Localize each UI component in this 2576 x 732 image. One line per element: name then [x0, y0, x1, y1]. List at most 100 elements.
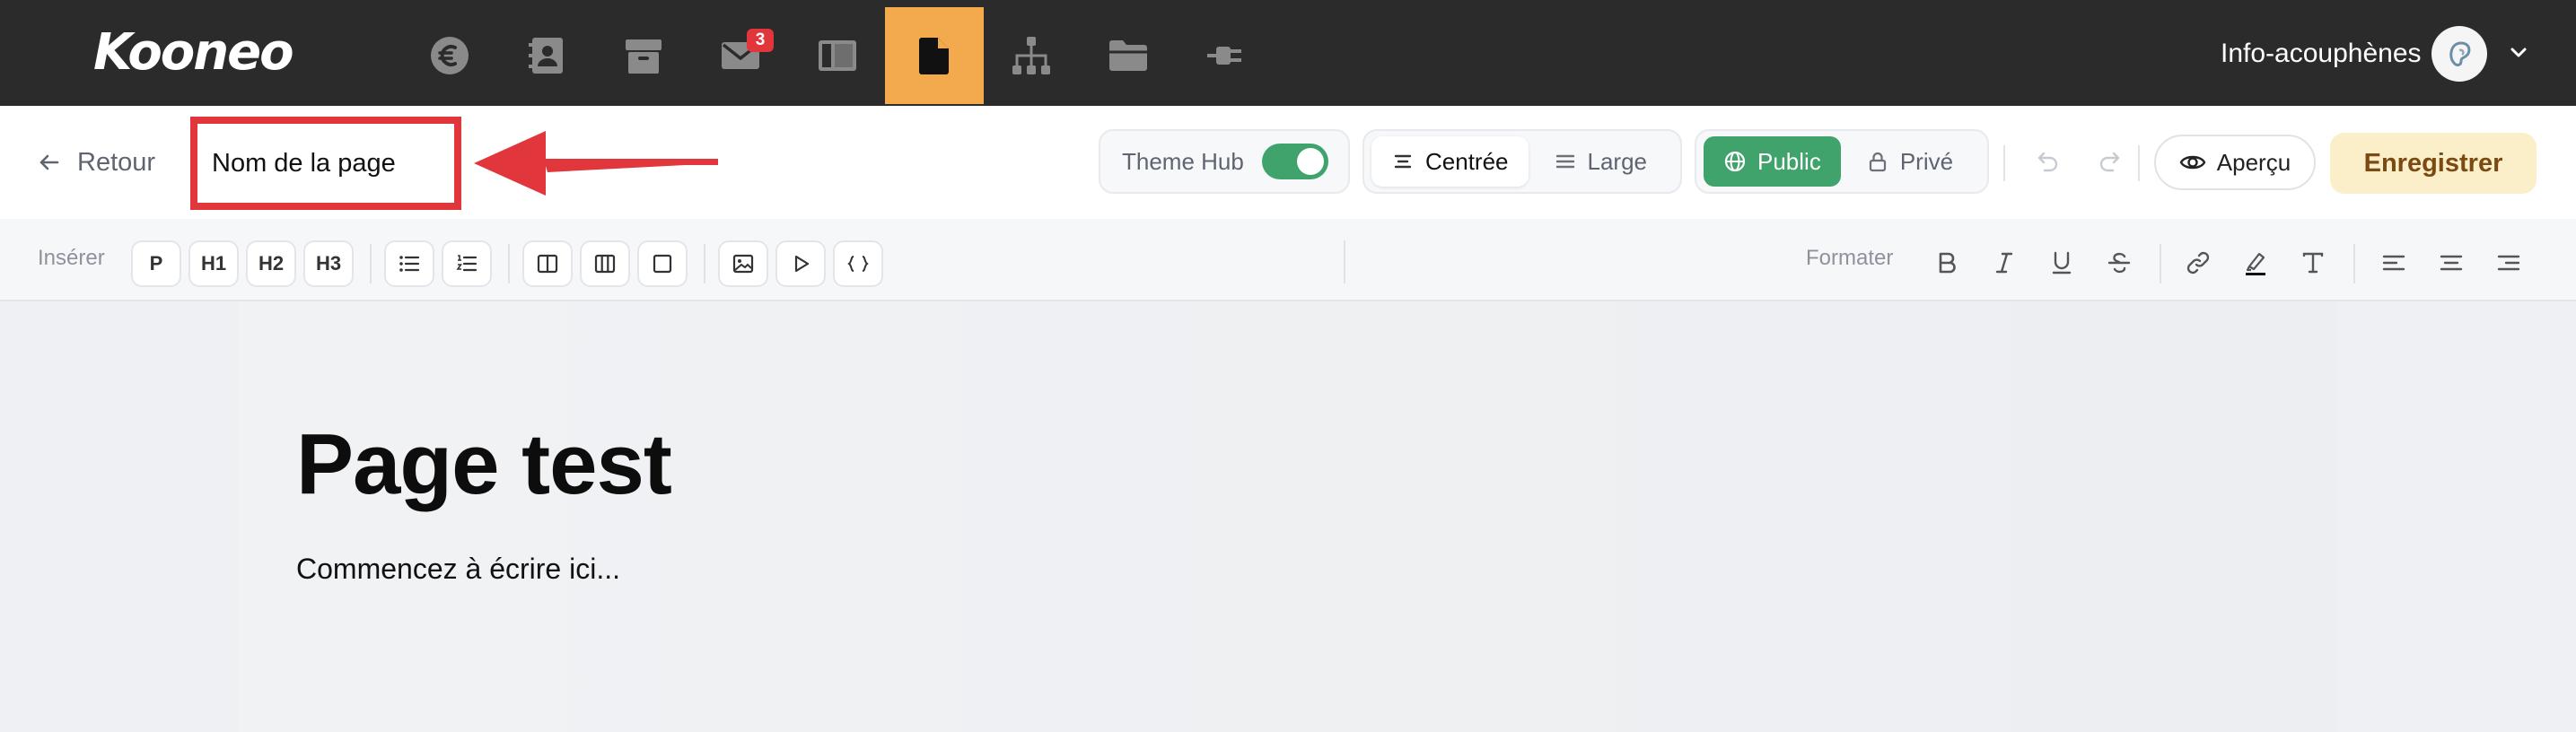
preview-label: Aperçu [2216, 148, 2291, 176]
link-button[interactable] [2177, 242, 2219, 283]
link-icon [2186, 251, 2210, 274]
code-braces-icon [847, 256, 869, 272]
bold-icon [1939, 252, 1956, 274]
eye-icon [2179, 155, 2206, 170]
two-columns-icon [537, 254, 558, 274]
top-navigation-bar: Kooneo 3 Info-acouphènes [0, 0, 2576, 106]
nav-products[interactable] [594, 7, 693, 104]
ear-logo-icon [2449, 41, 2471, 66]
bold-button[interactable] [1926, 242, 1967, 283]
align-left-icon [2382, 255, 2405, 271]
toolbar-separator [370, 244, 372, 283]
italic-button[interactable] [1984, 242, 2025, 283]
euro-icon [431, 37, 469, 74]
back-label: Retour [77, 147, 156, 177]
visibility-public-option[interactable]: Public [1704, 136, 1841, 187]
layout-icon [819, 40, 856, 71]
align-center-icon [1394, 154, 1412, 169]
nav-layouts[interactable] [788, 7, 887, 104]
contacts-icon [529, 38, 563, 74]
toolbar-separator [2160, 244, 2161, 283]
insert-two-columns-button[interactable] [522, 240, 573, 287]
page-body-placeholder[interactable]: Commencez à écrire ici... [296, 549, 620, 588]
text-type-icon [2302, 252, 2324, 274]
annotation-arrow-icon [474, 131, 718, 196]
strikethrough-button[interactable] [2098, 242, 2140, 283]
highlight-button[interactable] [2235, 242, 2276, 283]
layout-centered-option[interactable]: Centrée [1371, 136, 1529, 187]
align-justify-icon [1555, 154, 1574, 169]
back-button[interactable]: Retour [36, 144, 155, 181]
globe-icon [1724, 151, 1746, 172]
arrow-left-icon [39, 154, 59, 170]
insert-video-button[interactable] [775, 240, 826, 287]
chevron-down-icon[interactable] [2505, 39, 2532, 66]
nav-sitemap[interactable] [982, 7, 1081, 104]
page-title[interactable]: Page test [296, 414, 672, 515]
strikethrough-icon [2107, 252, 2131, 274]
visibility-private-option[interactable]: Privé [1846, 136, 1973, 187]
pages-icon [919, 38, 949, 74]
save-button[interactable]: Enregistrer [2330, 133, 2537, 194]
theme-hub-toggle[interactable] [1261, 144, 1328, 179]
underline-button[interactable] [2041, 242, 2082, 283]
page-name-highlight [190, 117, 461, 210]
sitemap-icon [1012, 37, 1050, 74]
account-name[interactable]: Info-acouphènes [2221, 36, 2422, 72]
nav-contacts[interactable] [497, 7, 596, 104]
underline-icon [2052, 251, 2072, 274]
preview-button[interactable]: Aperçu [2154, 135, 2316, 190]
theme-hub-control: Theme Hub [1099, 129, 1350, 194]
insert-code-button[interactable] [833, 240, 883, 287]
nav-integrations[interactable] [1176, 7, 1275, 104]
nav-sales[interactable] [400, 7, 499, 104]
align-center-icon [2440, 255, 2463, 271]
insert-three-columns-button[interactable] [580, 240, 630, 287]
nav-emails[interactable]: 3 [691, 7, 790, 104]
editor-canvas[interactable] [239, 301, 2337, 732]
align-center-button[interactable] [2431, 242, 2472, 283]
theme-hub-label: Theme Hub [1122, 147, 1244, 175]
folder-icon [1109, 40, 1147, 71]
toolbar-separator [508, 244, 510, 283]
kooneo-logo[interactable]: Kooneo [93, 23, 294, 83]
page-name-input[interactable] [212, 140, 445, 187]
three-columns-icon [594, 254, 616, 274]
italic-icon [1995, 252, 2013, 274]
undo-icon[interactable] [2030, 145, 2063, 178]
text-style-button[interactable] [2292, 242, 2334, 283]
layout-width-selector: Centrée Large [1362, 129, 1682, 194]
plugin-icon [1207, 47, 1241, 65]
visibility-private-label: Privé [1899, 147, 1954, 175]
align-right-icon [2497, 255, 2520, 271]
highlighter-icon [2246, 252, 2265, 275]
layout-wide-option[interactable]: Large [1534, 136, 1668, 187]
align-left-button[interactable] [2373, 242, 2414, 283]
insert-bullet-list-button[interactable] [384, 240, 434, 287]
play-icon [794, 255, 810, 273]
insert-numbered-list-button[interactable] [442, 240, 492, 287]
avatar[interactable] [2431, 26, 2487, 82]
toolbar-divider [1344, 240, 1345, 283]
divider [2003, 145, 2005, 181]
divider [2138, 145, 2140, 181]
insert-h1-button[interactable]: H1 [188, 240, 239, 287]
toolbar-separator [2353, 244, 2355, 283]
nav-pages[interactable] [885, 7, 984, 104]
align-right-button[interactable] [2488, 242, 2529, 283]
notification-badge: 3 [747, 29, 774, 52]
redo-icon[interactable] [2095, 145, 2127, 178]
insert-h3-button[interactable]: H3 [303, 240, 354, 287]
insert-h2-button[interactable]: H2 [246, 240, 296, 287]
numbered-list-icon [456, 255, 478, 272]
insert-block-button[interactable] [637, 240, 688, 287]
editor-toolbar: Insérer P H1 H2 H3 Formater [0, 219, 2576, 301]
nav-files[interactable] [1079, 7, 1178, 104]
product-box-icon [626, 39, 662, 74]
image-icon [732, 254, 754, 274]
bullet-list-icon [399, 256, 420, 272]
layout-centered-label: Centrée [1425, 147, 1509, 175]
insert-paragraph-button[interactable]: P [131, 240, 181, 287]
insert-image-button[interactable] [718, 240, 768, 287]
square-icon [653, 254, 672, 274]
